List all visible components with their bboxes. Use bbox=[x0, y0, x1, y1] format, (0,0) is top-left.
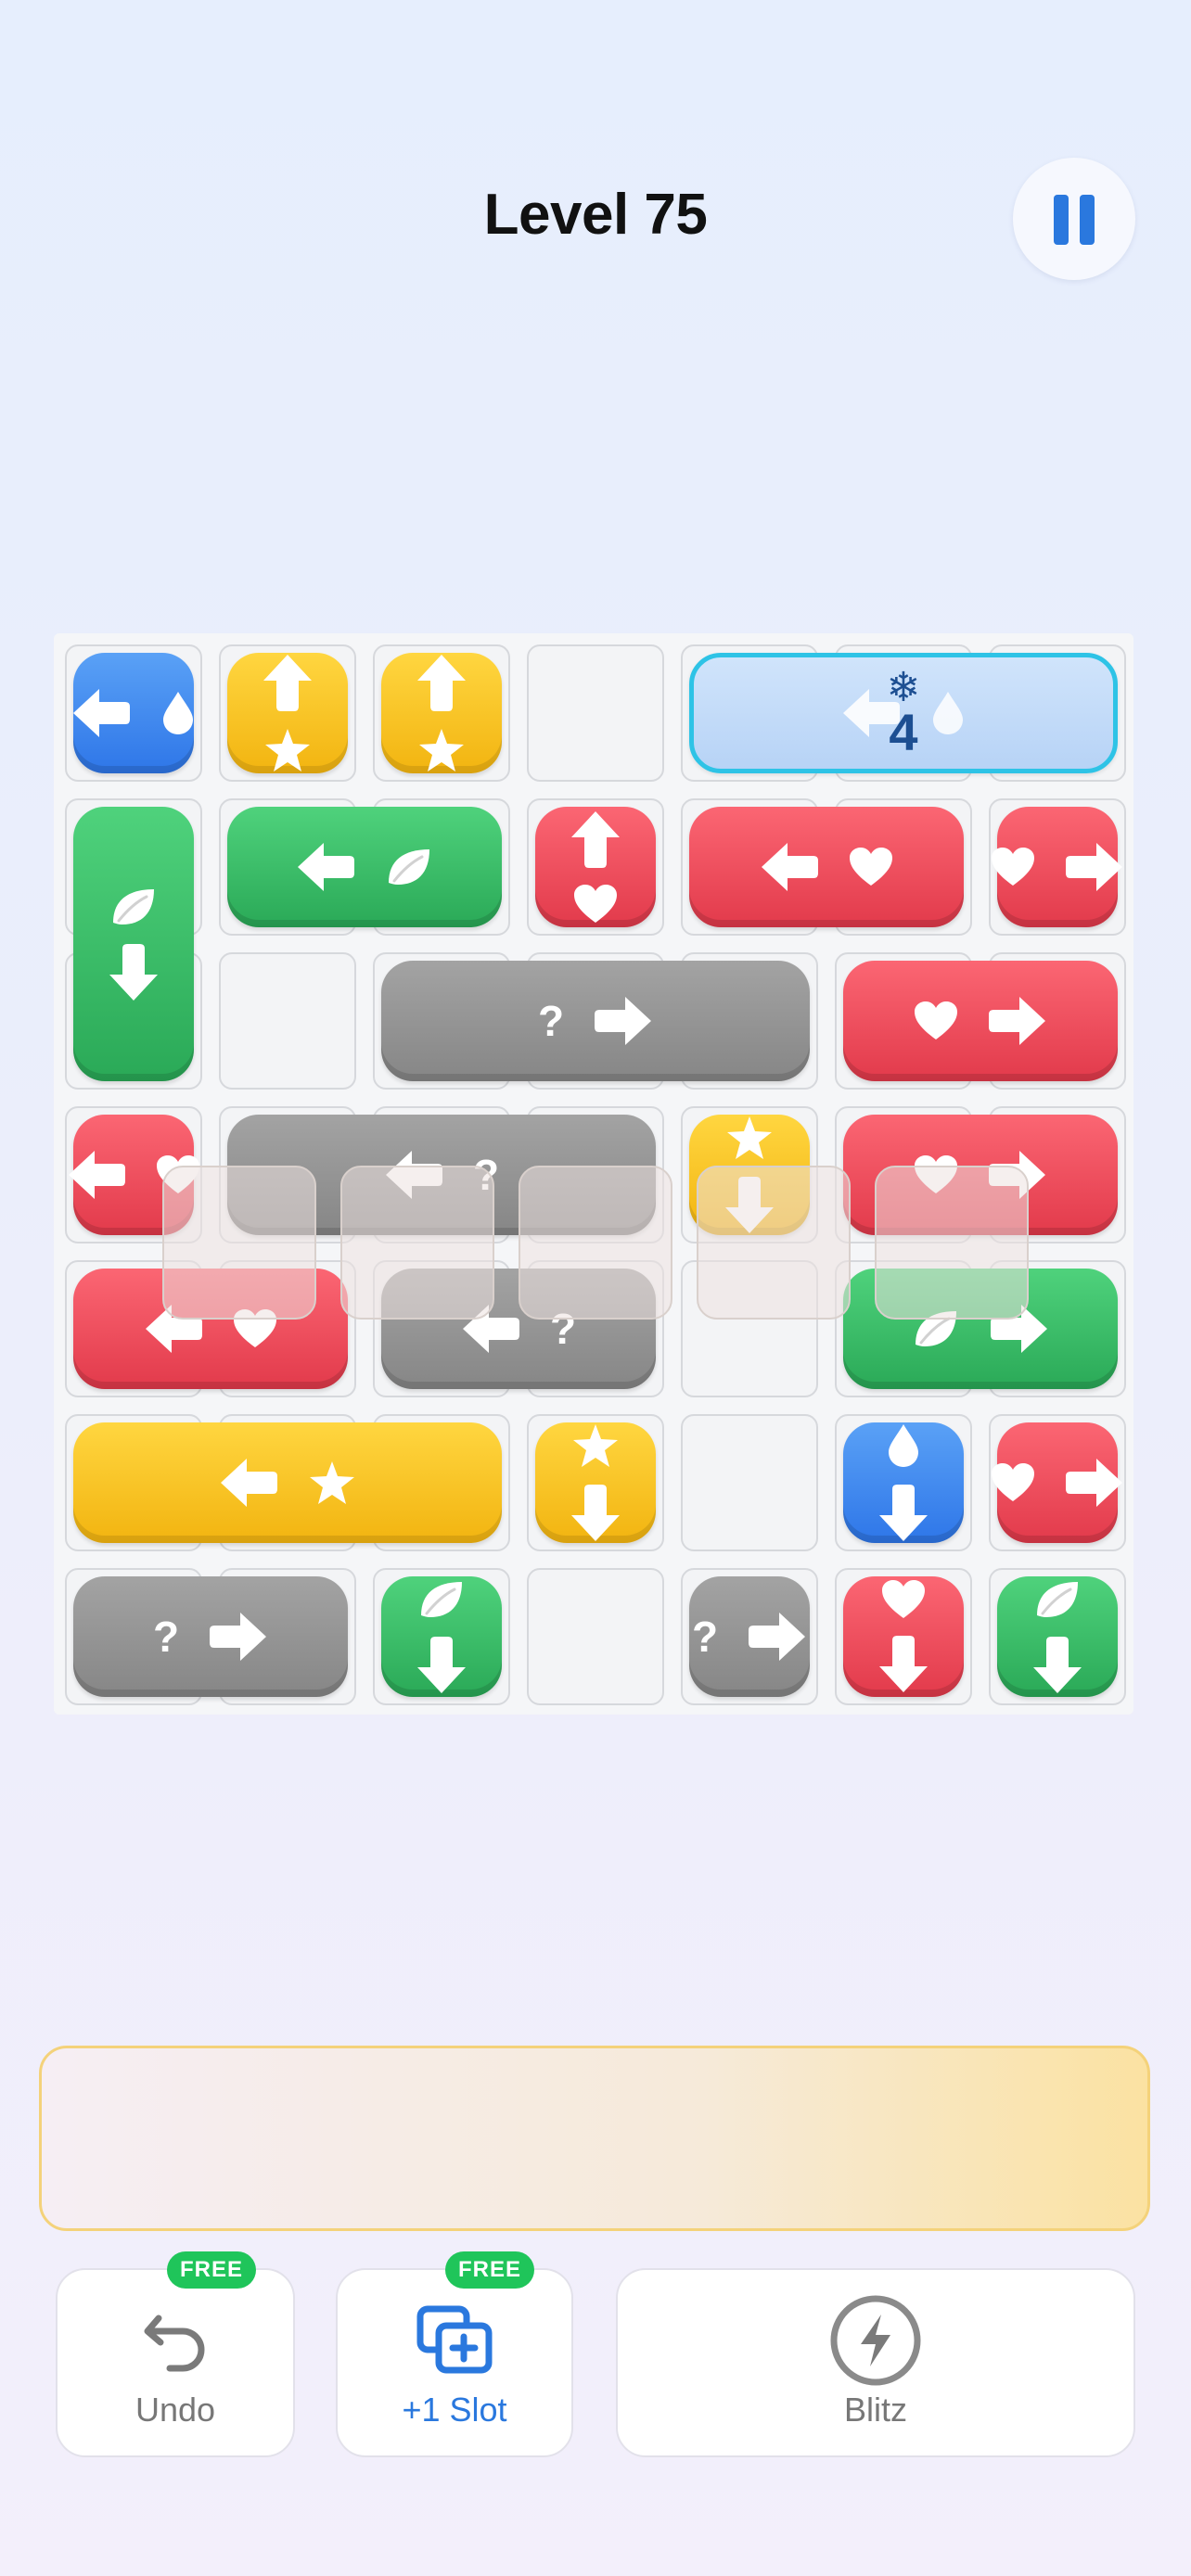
arrow-down-icon bbox=[877, 1633, 930, 1694]
drop-icon bbox=[886, 1422, 921, 1469]
red-up-block[interactable] bbox=[527, 798, 664, 936]
arrow-left-icon bbox=[67, 1148, 128, 1202]
leaf-icon bbox=[1033, 1578, 1082, 1621]
board-cell bbox=[219, 952, 356, 1090]
arrow-up-icon bbox=[261, 653, 314, 714]
arrow-down-icon bbox=[1031, 1634, 1084, 1695]
lightning-icon bbox=[827, 2295, 924, 2393]
tray-slot bbox=[340, 1166, 494, 1320]
board-cell bbox=[527, 644, 664, 782]
arrow-left-icon bbox=[760, 840, 821, 894]
yellow-down-block[interactable] bbox=[527, 1414, 664, 1551]
arrow-left-icon bbox=[296, 840, 357, 894]
heart-icon bbox=[849, 847, 893, 887]
undo-label: Undo bbox=[134, 2391, 216, 2429]
arrow-left-icon bbox=[71, 686, 133, 740]
arrow-up-icon bbox=[569, 810, 622, 871]
drop-icon bbox=[930, 690, 966, 736]
heart-icon bbox=[914, 1001, 958, 1041]
question-icon: ? bbox=[152, 1613, 180, 1661]
red-right-block[interactable] bbox=[989, 798, 1126, 936]
tray-slot bbox=[875, 1166, 1029, 1320]
star-icon bbox=[308, 1460, 356, 1506]
green-left-block[interactable] bbox=[219, 798, 510, 936]
green-down-block[interactable] bbox=[373, 1568, 510, 1705]
tray-slot bbox=[697, 1166, 851, 1320]
red-right-block[interactable] bbox=[835, 952, 1126, 1090]
add-slot-icon bbox=[415, 2303, 494, 2382]
arrow-right-icon bbox=[207, 1610, 268, 1664]
heart-icon bbox=[573, 884, 618, 925]
blitz-label: Blitz bbox=[843, 2391, 907, 2429]
drop-icon bbox=[160, 690, 196, 736]
gray-right-block[interactable]: ? bbox=[65, 1568, 356, 1705]
leaf-icon bbox=[385, 846, 433, 888]
yellow-left-block[interactable] bbox=[65, 1414, 510, 1551]
leaf-icon bbox=[109, 886, 158, 928]
arrow-right-icon bbox=[746, 1610, 807, 1664]
green-down-block[interactable] bbox=[65, 798, 202, 1090]
free-badge: FREE bbox=[445, 2251, 535, 2289]
free-badge: FREE bbox=[167, 2251, 257, 2289]
star-icon bbox=[417, 727, 466, 773]
question-icon: ? bbox=[537, 997, 565, 1045]
pause-button[interactable] bbox=[1013, 158, 1135, 280]
arrow-down-icon bbox=[415, 1634, 468, 1695]
arrow-down-icon bbox=[107, 941, 160, 1002]
blitz-button[interactable]: Blitz bbox=[616, 2268, 1135, 2457]
frozen-frozen-left-block[interactable]: ❄ 4 bbox=[681, 644, 1126, 782]
red-down-block[interactable] bbox=[835, 1568, 972, 1705]
tray-slot bbox=[162, 1166, 316, 1320]
gray-right-block[interactable]: ? bbox=[681, 1568, 818, 1705]
heart-icon bbox=[881, 1579, 926, 1620]
collection-tray bbox=[39, 2046, 1150, 2231]
star-icon bbox=[725, 1115, 774, 1161]
red-right-block[interactable] bbox=[989, 1414, 1126, 1551]
arrow-down-icon bbox=[569, 1482, 622, 1543]
arrow-down-icon bbox=[877, 1482, 930, 1543]
heart-icon bbox=[991, 1462, 1035, 1503]
board-cell bbox=[527, 1568, 664, 1705]
undo-button[interactable]: FREE Undo bbox=[56, 2251, 295, 2457]
blue-down-block[interactable] bbox=[835, 1414, 972, 1551]
red-left-block[interactable] bbox=[681, 798, 972, 936]
undo-icon bbox=[138, 2303, 212, 2382]
yellow-up-block[interactable] bbox=[219, 644, 356, 782]
tray-slot bbox=[519, 1166, 672, 1320]
star-icon bbox=[263, 727, 312, 773]
star-icon bbox=[571, 1422, 620, 1469]
add-slot-label: +1 Slot bbox=[402, 2391, 507, 2429]
green-down-block[interactable] bbox=[989, 1568, 1126, 1705]
board-cell bbox=[681, 1414, 818, 1551]
add-slot-button[interactable]: FREE +1 Slot bbox=[336, 2251, 573, 2457]
arrow-right-icon bbox=[1063, 840, 1124, 894]
leaf-icon bbox=[417, 1578, 466, 1621]
arrow-right-icon bbox=[1063, 1456, 1124, 1510]
arrow-right-icon bbox=[986, 994, 1047, 1048]
arrow-up-icon bbox=[415, 653, 468, 714]
blue-left-block[interactable] bbox=[65, 644, 202, 782]
freeze-counter: 4 bbox=[889, 703, 918, 761]
yellow-up-block[interactable] bbox=[373, 644, 510, 782]
heart-icon bbox=[991, 847, 1035, 887]
arrow-left-icon bbox=[219, 1456, 280, 1510]
gray-right-block[interactable]: ? bbox=[373, 952, 818, 1090]
arrow-right-icon bbox=[592, 994, 653, 1048]
question-icon: ? bbox=[691, 1613, 719, 1661]
